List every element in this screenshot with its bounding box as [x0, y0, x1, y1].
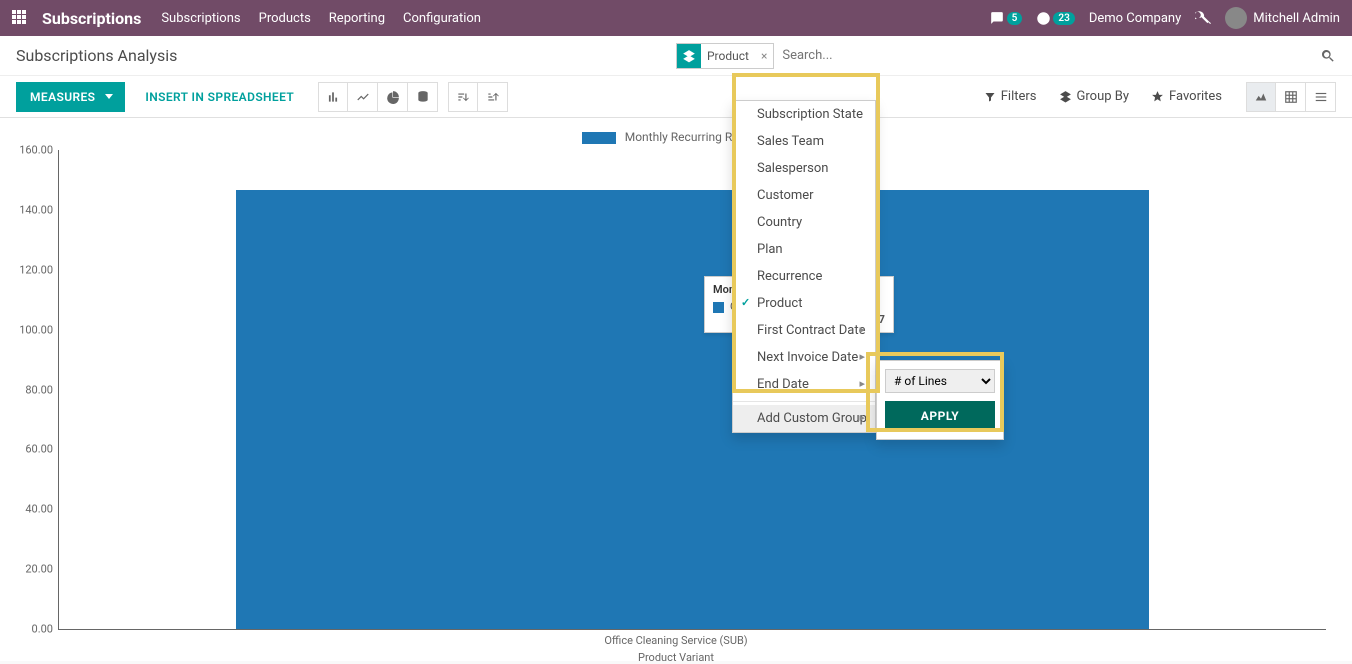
nav-configuration[interactable]: Configuration [403, 11, 481, 26]
view-pivot-icon[interactable] [1276, 82, 1306, 112]
company-switcher[interactable]: Demo Company [1089, 11, 1181, 26]
chart-legend: Monthly Recurring Revenue [16, 130, 1336, 144]
nav-products[interactable]: Products [259, 11, 311, 26]
apply-button[interactable]: APPLY [885, 401, 995, 431]
groupby-item[interactable]: Salesperson [733, 155, 875, 182]
groupby-button[interactable]: Group By [1049, 82, 1140, 112]
favorites-button[interactable]: Favorites [1141, 82, 1232, 112]
chart-line-icon[interactable] [348, 82, 378, 112]
layers-icon [677, 44, 701, 68]
funnel-icon [984, 91, 996, 103]
search-facet-product[interactable]: Product × [676, 43, 774, 69]
groupby-item[interactable]: Plan [733, 236, 875, 263]
insert-spreadsheet-button[interactable]: INSERT IN SPREADSHEET [131, 82, 308, 112]
groupby-item[interactable]: Customer [733, 182, 875, 209]
groupby-dropdown: Subscription StateSales TeamSalespersonC… [732, 100, 876, 433]
x-tick-label: Office Cleaning Service (SUB) [16, 634, 1336, 647]
app-brand[interactable]: Subscriptions [42, 9, 141, 28]
y-tick: 40.00 [13, 503, 53, 516]
facet-label: Product [701, 49, 755, 63]
groupby-item[interactable]: Subscription State [733, 101, 875, 128]
y-tick: 60.00 [13, 443, 53, 456]
y-tick: 20.00 [13, 563, 53, 576]
custom-group-field-select[interactable]: # of Lines [885, 369, 995, 393]
filters-button[interactable]: Filters [974, 82, 1047, 112]
groupby-item[interactable]: Country [733, 209, 875, 236]
messages-badge: 5 [1007, 12, 1023, 25]
groupby-item[interactable]: Sales Team [733, 128, 875, 155]
groupby-item[interactable]: First Contract Date [733, 317, 875, 344]
debug-icon[interactable] [1195, 10, 1211, 26]
legend-swatch [582, 132, 616, 144]
chart-bar[interactable] [236, 190, 1148, 629]
facet-remove-icon[interactable]: × [755, 49, 773, 63]
y-tick: 0.00 [13, 623, 53, 636]
layers-icon [1059, 90, 1072, 103]
groupby-item[interactable]: Recurrence [733, 263, 875, 290]
star-icon [1151, 90, 1164, 103]
view-list-icon[interactable] [1306, 82, 1336, 112]
y-tick: 160.00 [13, 144, 53, 157]
y-tick: 80.00 [13, 383, 53, 396]
groupby-item[interactable]: Next Invoice Date [733, 344, 875, 371]
activities-icon[interactable]: 23 [1036, 11, 1074, 26]
y-tick: 140.00 [13, 203, 53, 216]
user-name: Mitchell Admin [1253, 11, 1340, 26]
chart-pie-icon[interactable] [378, 82, 408, 112]
nav-subscriptions[interactable]: Subscriptions [161, 11, 240, 26]
sort-asc-icon[interactable] [478, 82, 508, 112]
custom-group-subpanel: # of Lines APPLY [876, 360, 1004, 440]
messages-icon[interactable]: 5 [989, 11, 1023, 25]
chart-bar-icon[interactable] [318, 82, 348, 112]
search-input[interactable] [778, 44, 1320, 67]
y-tick: 100.00 [13, 323, 53, 336]
add-custom-group[interactable]: Add Custom Group [733, 405, 875, 432]
search-icon[interactable] [1320, 48, 1336, 64]
page-title: Subscriptions Analysis [16, 46, 177, 65]
avatar [1225, 7, 1247, 29]
groupby-item[interactable]: Product [733, 290, 875, 317]
chart-db-icon[interactable] [408, 82, 438, 112]
tooltip-swatch [713, 302, 724, 313]
apps-icon[interactable] [12, 10, 28, 26]
x-axis-title: Product Variant [16, 651, 1336, 664]
activities-badge: 23 [1053, 12, 1074, 25]
user-menu[interactable]: Mitchell Admin [1225, 7, 1340, 29]
measures-button[interactable]: MEASURES [16, 82, 125, 112]
nav-reporting[interactable]: Reporting [329, 11, 385, 26]
view-graph-icon[interactable] [1246, 82, 1276, 112]
sort-desc-icon[interactable] [448, 82, 478, 112]
groupby-item[interactable]: End Date [733, 371, 875, 398]
chart-plot: 0.0020.0040.0060.0080.00100.00120.00140.… [58, 150, 1326, 630]
y-tick: 120.00 [13, 263, 53, 276]
